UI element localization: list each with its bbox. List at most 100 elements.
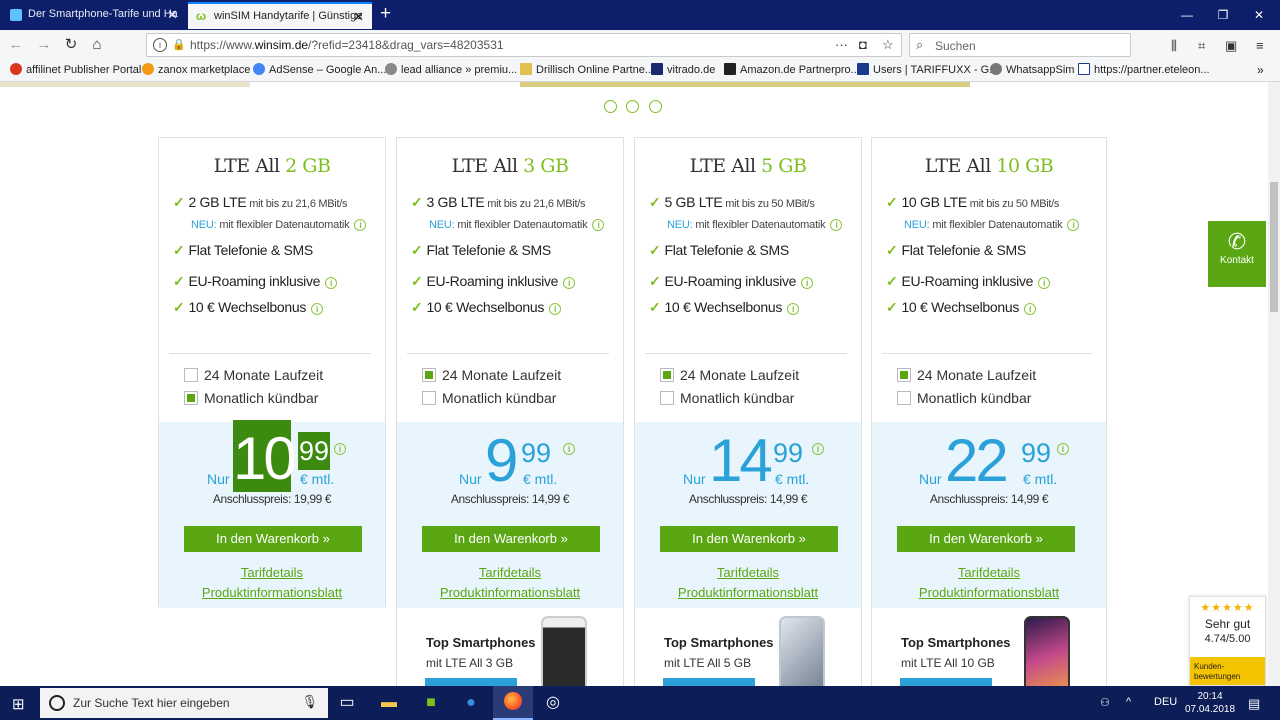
- kontakt-button[interactable]: ✆ Kontakt: [1208, 221, 1266, 287]
- checkbox-checked[interactable]: [184, 391, 198, 405]
- tarifdetails-link[interactable]: Tarifdetails: [872, 565, 1106, 580]
- info-icon[interactable]: i: [1067, 219, 1080, 231]
- checkbox[interactable]: [184, 368, 198, 382]
- bookmark-eteleon[interactable]: https://partner.eteleon...: [1078, 63, 1210, 76]
- bookmark-adsense[interactable]: AdSense – Google An...: [253, 63, 386, 76]
- info-icon[interactable]: i: [354, 219, 367, 231]
- checkbox-checked[interactable]: [422, 368, 436, 382]
- tray-chevron-icon[interactable]: ^: [1126, 696, 1131, 708]
- option-monatlich[interactable]: Monatlich kündbar: [184, 390, 318, 406]
- bookmark-affilinet[interactable]: affilinet Publisher Portal: [10, 63, 141, 76]
- menu-icon[interactable]: ≡: [1256, 38, 1264, 53]
- add-to-cart-button[interactable]: In den Warenkorb »: [422, 526, 600, 552]
- info-icon[interactable]: i: [311, 303, 324, 315]
- forward-icon[interactable]: →: [34, 35, 54, 55]
- carousel-dot[interactable]: [626, 100, 639, 113]
- bookmark-vitrado[interactable]: vitrado.de: [651, 63, 715, 76]
- checkbox[interactable]: [660, 391, 674, 405]
- info-icon[interactable]: i: [801, 277, 814, 289]
- carousel-dot[interactable]: [604, 100, 617, 113]
- close-tab-icon[interactable]: ✕: [353, 4, 364, 29]
- file-explorer-icon[interactable]: ▬: [376, 691, 402, 715]
- taskbar-search[interactable]: Zur Suche Text hier eingeben 🎙: [40, 688, 328, 718]
- top-smartphones-subtitle: mit LTE All 5 GB: [664, 656, 752, 670]
- info-icon[interactable]: i: [325, 277, 338, 289]
- info-icon[interactable]: i: [592, 219, 605, 231]
- bookmark-amazon[interactable]: Amazon.de Partnerpro...: [724, 63, 860, 76]
- add-to-cart-button[interactable]: In den Warenkorb »: [184, 526, 362, 552]
- people-icon[interactable]: ⚇: [1100, 696, 1110, 709]
- notification-icon[interactable]: ▤: [1248, 696, 1260, 712]
- produktinfo-link[interactable]: Produktinformationsblatt: [159, 585, 385, 600]
- option-24-monate[interactable]: 24 Monate Laufzeit: [660, 367, 799, 383]
- app-icon[interactable]: ◎: [540, 691, 566, 715]
- produktinfo-link[interactable]: Produktinformationsblatt: [872, 585, 1106, 600]
- bookmark-zanox[interactable]: zanox marketplace: [142, 63, 250, 76]
- site-info-icon[interactable]: i: [153, 38, 167, 52]
- screenshot-icon[interactable]: ⌗: [1198, 38, 1205, 54]
- info-icon[interactable]: i: [549, 303, 562, 315]
- scrollbar-thumb[interactable]: [1270, 182, 1278, 312]
- option-24-monate[interactable]: 24 Monate Laufzeit: [422, 367, 561, 383]
- info-icon[interactable]: i: [563, 277, 576, 289]
- home-icon[interactable]: ⌂: [87, 35, 107, 55]
- language-indicator[interactable]: DEU: [1154, 696, 1177, 708]
- more-bookmarks-icon[interactable]: »: [1257, 63, 1264, 77]
- edit-icon: [1078, 63, 1090, 75]
- info-icon[interactable]: i: [812, 439, 824, 457]
- url-bar[interactable]: i 🔒 https://www.winsim.de/?refid=23418&d…: [146, 33, 902, 57]
- rating-widget[interactable]: ★★★★★ Sehr gut 4.74/5.00 Kunden- bewertu…: [1189, 596, 1266, 686]
- back-icon[interactable]: ←: [6, 35, 26, 55]
- checkbox[interactable]: [897, 391, 911, 405]
- close-window-icon[interactable]: ✕: [1236, 0, 1280, 30]
- bookmark-star-icon[interactable]: ☆: [882, 37, 894, 53]
- option-24-monate[interactable]: 24 Monate Laufzeit: [184, 367, 323, 383]
- pocket-icon[interactable]: ◘: [859, 37, 867, 52]
- new-tab-button[interactable]: +: [380, 3, 391, 25]
- bookmark-whatsappsim[interactable]: WhatsappSim: [990, 63, 1074, 76]
- carousel-dot[interactable]: [649, 100, 662, 113]
- add-to-cart-button[interactable]: In den Warenkorb »: [660, 526, 838, 552]
- info-icon[interactable]: i: [1024, 303, 1037, 315]
- bookmark-lead-alliance[interactable]: lead alliance » premiu...: [385, 63, 517, 76]
- app-icon[interactable]: ●: [458, 691, 484, 715]
- info-icon[interactable]: i: [334, 439, 346, 457]
- bookmark-tariffuxx[interactable]: Users | TARIFFUXX - G...: [857, 63, 998, 76]
- option-24-monate[interactable]: 24 Monate Laufzeit: [897, 367, 1036, 383]
- task-view-icon[interactable]: ▭: [334, 691, 360, 715]
- reload-icon[interactable]: ↻: [61, 35, 81, 55]
- library-icon[interactable]: ⫼: [1171, 38, 1177, 54]
- app-icon[interactable]: ■: [418, 691, 444, 715]
- info-icon[interactable]: i: [787, 303, 800, 315]
- info-icon[interactable]: i: [563, 439, 575, 457]
- page-actions-icon[interactable]: ···: [835, 37, 848, 52]
- tab-winsim[interactable]: ω winSIM Handytarife | Günstige ✕: [188, 2, 372, 29]
- firefox-taskbar-button[interactable]: [493, 686, 533, 720]
- tarifdetails-link[interactable]: Tarifdetails: [397, 565, 623, 580]
- option-monatlich[interactable]: Monatlich kündbar: [422, 390, 556, 406]
- info-icon[interactable]: i: [830, 219, 843, 231]
- option-monatlich[interactable]: Monatlich kündbar: [897, 390, 1031, 406]
- close-tab-icon[interactable]: ✕: [167, 2, 178, 27]
- produktinfo-link[interactable]: Produktinformationsblatt: [397, 585, 623, 600]
- option-monatlich[interactable]: Monatlich kündbar: [660, 390, 794, 406]
- sidebar-icon[interactable]: ▣: [1225, 38, 1237, 54]
- tarifdetails-link[interactable]: Tarifdetails: [159, 565, 385, 580]
- tarifdetails-link[interactable]: Tarifdetails: [635, 565, 861, 580]
- bookmark-drillisch[interactable]: Drillisch Online Partne...: [520, 63, 654, 76]
- top-smartphones-subtitle: mit LTE All 10 GB: [901, 656, 995, 670]
- add-to-cart-button[interactable]: In den Warenkorb »: [897, 526, 1075, 552]
- checkbox-checked[interactable]: [660, 368, 674, 382]
- checkbox[interactable]: [422, 391, 436, 405]
- info-icon[interactable]: i: [1057, 439, 1069, 457]
- checkbox-checked[interactable]: [897, 368, 911, 382]
- info-icon[interactable]: i: [1038, 277, 1051, 289]
- clock[interactable]: 20:14 07.04.2018: [1180, 690, 1240, 716]
- microphone-icon[interactable]: 🎙: [301, 694, 318, 710]
- page-scrollbar[interactable]: [1268, 82, 1280, 686]
- windows-start-icon[interactable]: ⊞: [12, 695, 25, 713]
- produktinfo-link[interactable]: Produktinformationsblatt: [635, 585, 861, 600]
- url-text[interactable]: https://www.winsim.de/?refid=23418&drag_…: [190, 38, 504, 52]
- tab-smartphone-tarife[interactable]: Der Smartphone-Tarife und Ha ✕: [2, 2, 186, 29]
- search-bar[interactable]: ⌕ Suchen: [909, 33, 1131, 57]
